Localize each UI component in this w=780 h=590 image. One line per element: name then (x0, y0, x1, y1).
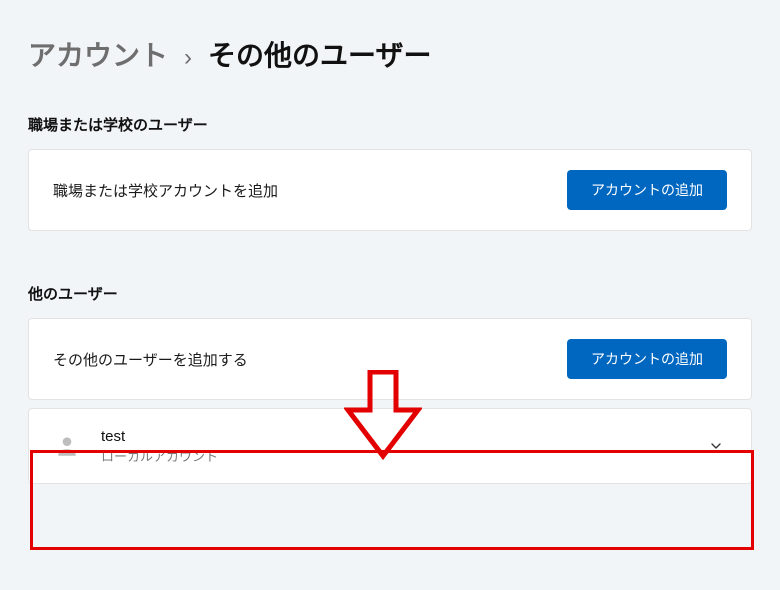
other-users-add-card: その他のユーザーを追加する アカウントの追加 (28, 318, 752, 400)
work-school-card: 職場または学校アカウントを追加 アカウントの追加 (28, 149, 752, 231)
user-name: test (101, 427, 689, 447)
add-other-user-text: その他のユーザーを追加する (53, 349, 248, 370)
chevron-down-icon[interactable] (707, 437, 725, 455)
breadcrumb-parent[interactable]: アカウント (28, 34, 168, 74)
person-icon (51, 430, 83, 462)
user-row[interactable]: test ローカルアカウント (29, 409, 751, 483)
add-other-user-button[interactable]: アカウントの追加 (567, 339, 727, 379)
breadcrumb: アカウント › その他のユーザー (28, 34, 752, 74)
user-subtitle: ローカルアカウント (101, 449, 689, 466)
add-work-school-text: 職場または学校アカウントを追加 (53, 180, 278, 201)
user-info: test ローカルアカウント (101, 427, 689, 465)
chevron-right-icon: › (184, 44, 192, 72)
section-label-other-users: 他のユーザー (28, 283, 752, 304)
add-work-school-button[interactable]: アカウントの追加 (567, 170, 727, 210)
breadcrumb-current: その他のユーザー (208, 34, 431, 74)
add-work-school-row: 職場または学校アカウントを追加 アカウントの追加 (29, 150, 751, 230)
section-label-work-school: 職場または学校のユーザー (28, 114, 752, 135)
user-entry-card[interactable]: test ローカルアカウント (28, 408, 752, 484)
add-other-user-row: その他のユーザーを追加する アカウントの追加 (29, 319, 751, 399)
